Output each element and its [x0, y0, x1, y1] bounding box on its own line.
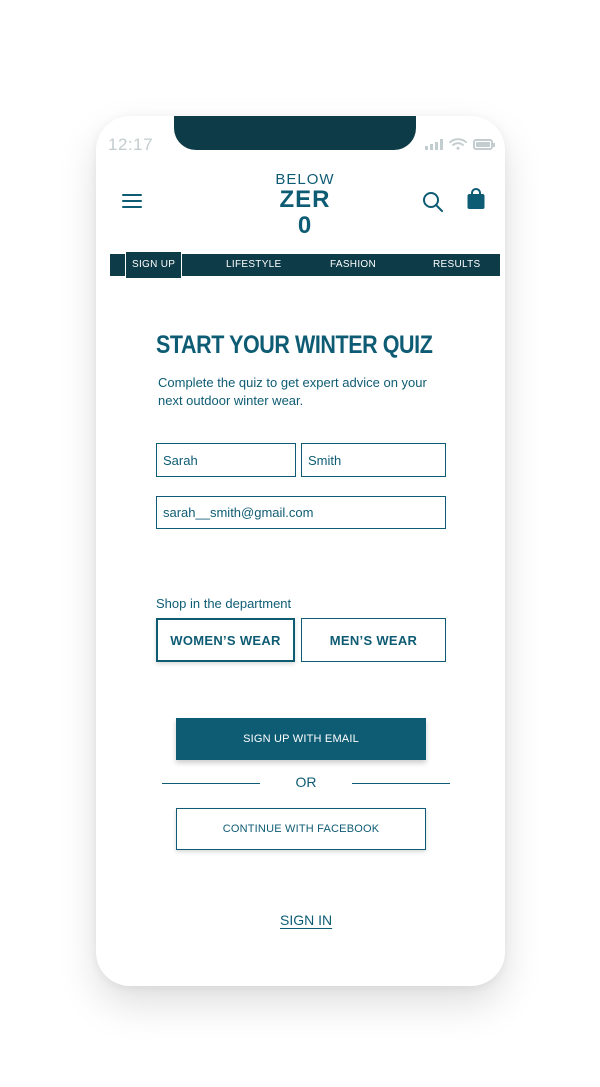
page-title: START YOUR WINTER QUIZ — [156, 331, 433, 359]
hamburger-menu-icon[interactable] — [122, 194, 142, 208]
mens-wear-button[interactable]: MEN’S WEAR — [301, 618, 446, 662]
continue-with-facebook-button[interactable]: CONTINUE WITH FACEBOOK — [176, 808, 426, 850]
status-time: 12:17 — [108, 135, 154, 154]
app-header: BELOW ZER 0 — [96, 168, 505, 239]
status-icons — [425, 138, 495, 150]
womens-wear-button[interactable]: WOMEN’S WEAR — [156, 618, 295, 662]
department-label: Shop in the department — [156, 596, 292, 611]
or-label: OR — [295, 774, 317, 790]
battery-icon — [473, 139, 495, 150]
sign-up-with-email-button[interactable]: SIGN UP WITH EMAIL — [176, 718, 426, 760]
email-field[interactable] — [156, 496, 446, 529]
logo-top-text: BELOW — [275, 171, 335, 188]
phone-notch — [174, 116, 416, 150]
tab-results[interactable]: RESULTS — [433, 254, 480, 276]
tab-sign-up[interactable]: SIGN UP — [124, 251, 183, 279]
signal-icon — [425, 139, 443, 150]
page-subtitle: Complete the quiz to get expert advice o… — [158, 375, 427, 408]
wifi-icon — [449, 138, 467, 150]
phone-frame: 12:17 BELOW ZER 0 SIGN UP LIFESTYLE FASH… — [96, 116, 505, 986]
last-name-field[interactable] — [301, 443, 446, 477]
screen: 12:17 BELOW ZER 0 SIGN UP LIFESTYLE FASH… — [0, 0, 600, 1087]
quiz-step-nav: SIGN UP LIFESTYLE FASHION RESULTS — [110, 251, 500, 279]
logo-bottom-text: ZER 0 — [279, 186, 331, 239]
tab-lifestyle[interactable]: LIFESTYLE — [226, 254, 282, 276]
or-divider-right — [352, 783, 450, 784]
tab-fashion[interactable]: FASHION — [330, 254, 376, 276]
shopping-bag-icon[interactable] — [466, 188, 486, 210]
or-divider-left — [162, 783, 260, 784]
brand-logo[interactable]: BELOW ZER 0 — [270, 172, 340, 239]
sign-in-link[interactable]: SIGN IN — [280, 912, 332, 928]
search-icon[interactable] — [422, 191, 444, 213]
first-name-field[interactable] — [156, 443, 296, 477]
